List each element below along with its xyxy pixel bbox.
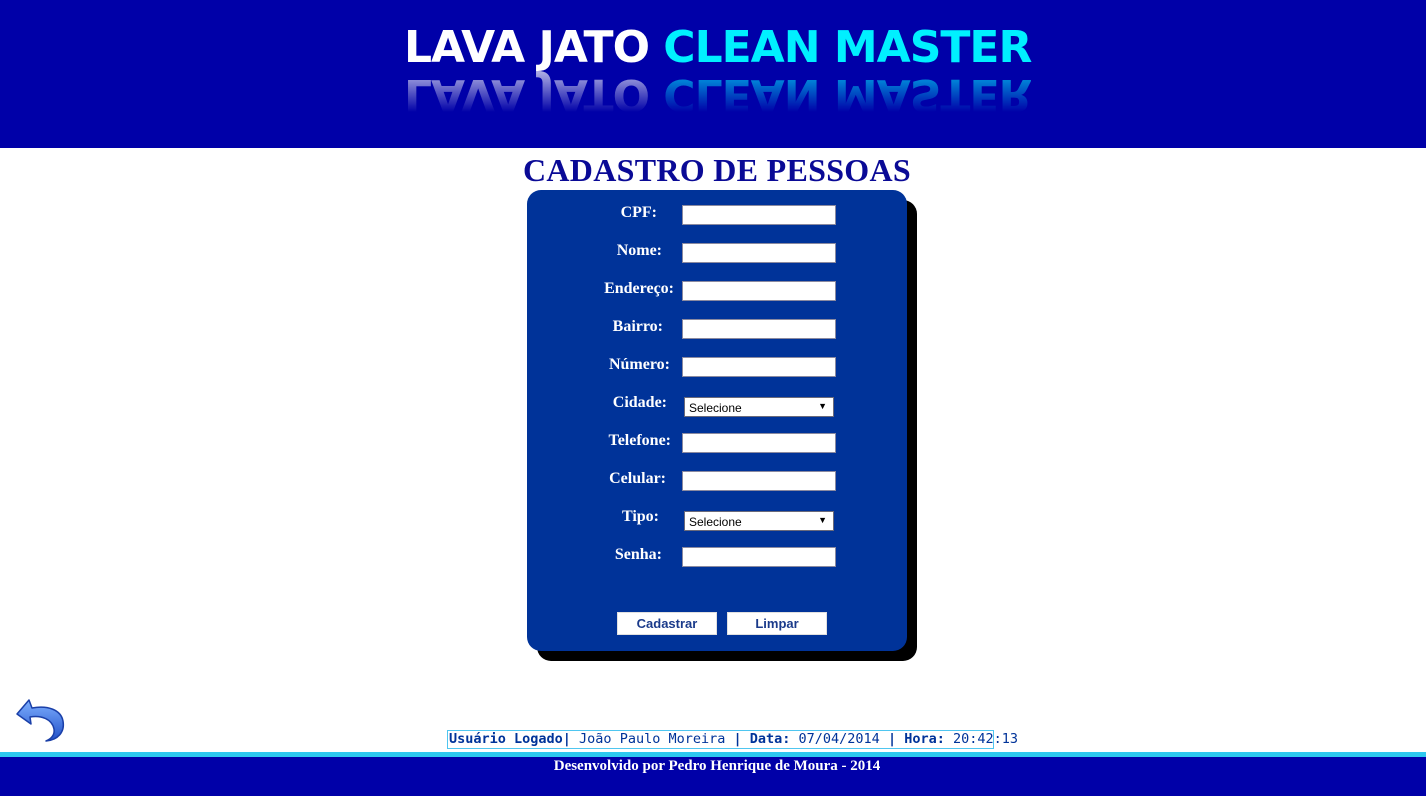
nome-label: Nome: xyxy=(616,242,662,259)
numero-input[interactable] xyxy=(682,357,836,377)
cidade-select[interactable]: Selecione ▼ xyxy=(684,397,834,417)
date-value: 07/04/2014 xyxy=(790,731,888,747)
field-senha: Senha: xyxy=(527,544,907,567)
tipo-select[interactable]: Selecione ▼ xyxy=(684,511,834,531)
field-celular: Celular: xyxy=(527,468,907,491)
senha-label: Senha: xyxy=(614,546,662,563)
field-telefone: Telefone: xyxy=(527,430,907,453)
undo-arrow-icon[interactable] xyxy=(15,692,67,744)
senha-input[interactable] xyxy=(682,547,836,567)
registration-form: CPF: Nome: Endereço: Bairro: Número: Cid… xyxy=(527,190,907,651)
dropdown-arrow-icon: ▼ xyxy=(818,401,827,411)
field-nome: Nome: xyxy=(527,240,907,263)
cpf-input[interactable] xyxy=(682,205,836,225)
tipo-label: Tipo: xyxy=(621,508,659,525)
field-numero: Número: xyxy=(527,354,907,377)
bairro-input[interactable] xyxy=(682,319,836,339)
limpar-button[interactable]: Limpar xyxy=(727,612,827,635)
user-value: João Paulo Moreira xyxy=(570,731,734,747)
endereco-label: Endereço: xyxy=(604,280,674,297)
date-label: | Data: xyxy=(733,731,791,747)
celular-label: Celular: xyxy=(609,470,666,487)
field-cidade: Cidade: Selecione ▼ xyxy=(527,392,907,417)
logo: LAVA JATO CLEAN MASTER LAVA JATO CLEAN M… xyxy=(404,22,1044,122)
telefone-label: Telefone: xyxy=(608,432,671,449)
time-label: | Hora: xyxy=(887,731,945,747)
cidade-select-value: Selecione xyxy=(689,401,742,415)
field-endereco: Endereço: xyxy=(527,278,907,301)
footer: Desenvolvido por Pedro Henrique de Moura… xyxy=(0,757,1426,796)
numero-label: Número: xyxy=(608,356,670,373)
logo-text-accent: CLEAN MASTER xyxy=(663,22,1032,73)
footer-credits: Desenvolvido por Pedro Henrique de Moura… xyxy=(553,758,881,774)
cpf-label: CPF: xyxy=(620,204,657,221)
field-cpf: CPF: xyxy=(527,202,907,225)
header-banner: LAVA JATO CLEAN MASTER LAVA JATO CLEAN M… xyxy=(0,0,1426,148)
nome-input[interactable] xyxy=(682,243,836,263)
time-value: 20:42:13 xyxy=(944,731,1018,747)
telefone-input[interactable] xyxy=(682,433,836,453)
dropdown-arrow-icon: ▼ xyxy=(818,515,827,525)
bairro-label: Bairro: xyxy=(612,318,663,335)
logo-reflection: LAVA JATO CLEAN MASTER xyxy=(404,69,1032,120)
user-label: Usuário Logado| xyxy=(449,731,571,747)
field-bairro: Bairro: xyxy=(527,316,907,339)
logo-text-primary: LAVA JATO xyxy=(404,22,650,73)
endereco-input[interactable] xyxy=(682,281,836,301)
cadastrar-button[interactable]: Cadastrar xyxy=(617,612,717,635)
tipo-select-value: Selecione xyxy=(689,515,742,529)
celular-input[interactable] xyxy=(682,471,836,491)
cidade-label: Cidade: xyxy=(612,394,667,411)
page-title: CADASTRO DE PESSOAS xyxy=(522,152,911,188)
session-status-bar: Usuário Logado| João Paulo Moreira | Dat… xyxy=(447,730,1018,749)
field-tipo: Tipo: Selecione ▼ xyxy=(527,506,907,531)
